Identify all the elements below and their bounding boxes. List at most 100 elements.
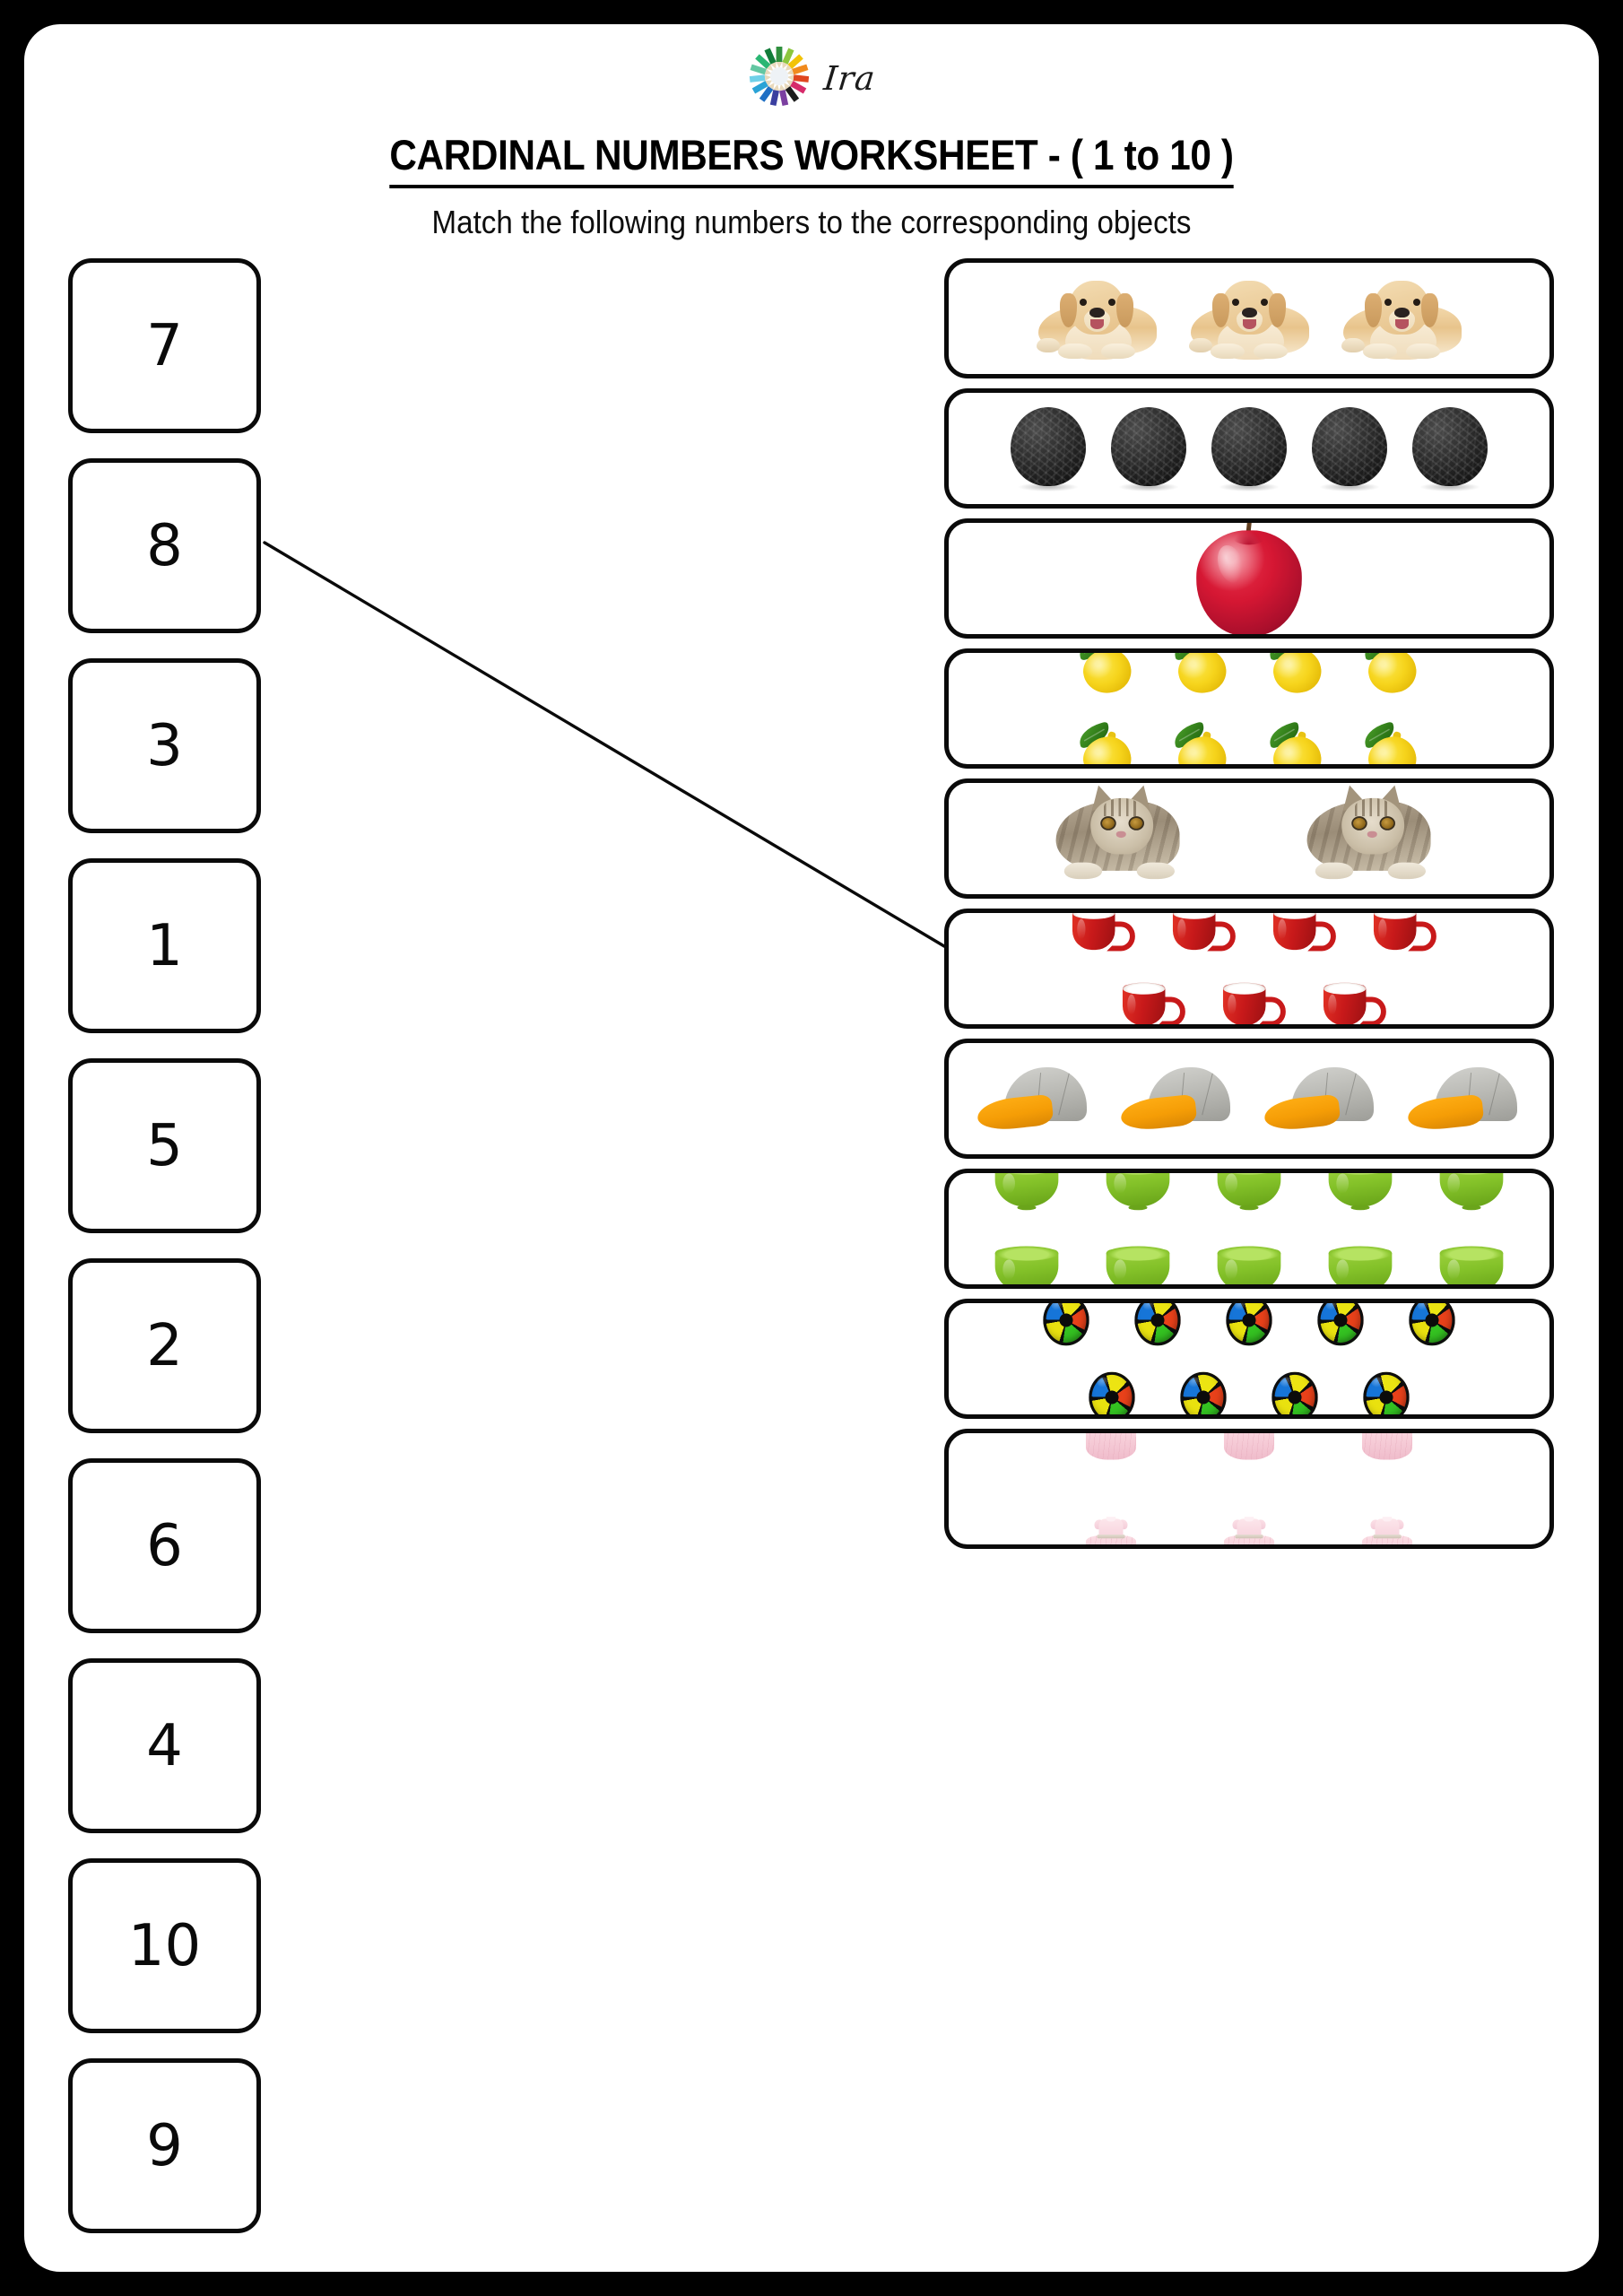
object-row [1063,1489,1436,1544]
worksheet-sheet: Ira CARDINAL NUMBERS WORKSHEET - ( 1 to … [24,24,1599,2272]
dress-icon [1085,1433,1137,1462]
picture-box-lemons[interactable] [944,648,1554,769]
number-value: 6 [146,1512,183,1579]
soccer-ball-icon [1089,1371,1135,1414]
object-row [1106,969,1393,1024]
bowl-icon [1105,1173,1170,1213]
yarn-ball-icon [1111,407,1186,491]
soccer-ball-icon [1409,1303,1455,1346]
number-box-8[interactable]: 4 [68,1658,261,1833]
dress-icon [1085,1516,1137,1544]
yarn-ball-icon [1211,407,1287,491]
object-row [976,1064,1521,1134]
soccer-ball-icon [1271,1371,1318,1414]
soccer-ball-icon [1363,1371,1410,1414]
page-title-text: CARDINAL NUMBERS WORKSHEET - ( 1 to 10 ) [389,131,1234,188]
number-box-3[interactable]: 3 [68,658,261,833]
bowl-icon [1438,1245,1504,1284]
soccer-ball-icon [1226,1303,1272,1346]
bowl-icon [1216,1245,1281,1284]
page-title: CARDINAL NUMBERS WORKSHEET - ( 1 to 10 ) [103,130,1520,188]
lemon-icon [1171,721,1230,764]
brand-header: Ira [24,44,1599,109]
picture-box-cats[interactable] [944,778,1554,899]
object-row [1067,653,1431,708]
colored-pencil-circle-logo-icon [747,44,812,109]
picture-box-dresses[interactable] [944,1429,1554,1549]
cap-icon [1119,1064,1234,1134]
cat-icon [1047,783,1199,891]
number-box-7[interactable]: 6 [68,1458,261,1633]
object-row [1077,1359,1421,1414]
instruction-text: Match the following numbers to the corre… [431,204,1192,240]
number-box-9[interactable]: 10 [68,1858,261,2033]
bowl-icon [1327,1173,1393,1213]
lemon-icon [1171,653,1230,698]
number-box-2[interactable]: 8 [68,458,261,633]
lemon-icon [1076,721,1135,764]
cup-icon [1170,913,1236,956]
number-value: 8 [146,512,183,579]
picture-box-soccer-balls[interactable] [944,1299,1554,1419]
picture-box-cups[interactable] [944,909,1554,1029]
cup-icon [1271,913,1336,956]
soccer-ball-icon [1043,1303,1089,1346]
dog-icon [1033,274,1160,363]
yarn-ball-icon [1011,407,1086,491]
cap-icon [1263,1064,1377,1134]
cup-icon [1120,981,1185,1024]
cap-icon [976,1064,1090,1134]
number-box-1[interactable]: 7 [68,258,261,433]
yarn-ball-icon [1412,407,1488,491]
cap-icon [1406,1064,1521,1134]
number-box-6[interactable]: 2 [68,1258,261,1433]
object-row [1063,1433,1436,1489]
number-box-4[interactable]: 1 [68,858,261,1033]
cup-icon [1070,913,1135,956]
number-value: 3 [146,712,183,779]
number-value: 2 [146,1312,183,1379]
bowl-icon [1438,1173,1504,1213]
dress-icon [1361,1433,1413,1462]
cup-icon [1371,913,1436,956]
picture-box-caps[interactable] [944,1039,1554,1159]
dress-icon [1223,1433,1275,1462]
lemon-icon [1076,653,1135,698]
bowl-icon [1216,1173,1281,1213]
object-row [1033,274,1465,363]
picture-box-dogs[interactable] [944,258,1554,378]
number-value: 4 [146,1712,183,1779]
picture-box-yarn-balls[interactable] [944,388,1554,509]
answer-line-8-to-lemons[interactable] [263,541,946,948]
bowl-icon [1327,1245,1393,1284]
number-box-5[interactable]: 5 [68,1058,261,1233]
soccer-ball-icon [1180,1371,1227,1414]
cup-icon [1321,981,1386,1024]
picture-box-bowls[interactable] [944,1169,1554,1289]
cup-icon [1220,981,1286,1024]
object-row [1031,1303,1467,1359]
number-box-10[interactable]: 9 [68,2058,261,2233]
soccer-ball-icon [1134,1303,1181,1346]
lemon-icon [1266,721,1325,764]
object-row [1067,709,1431,764]
soccer-ball-icon [1317,1303,1364,1346]
pictures-column [944,258,1554,1559]
object-row [1055,913,1443,969]
object-row [974,1229,1524,1284]
dress-icon [1223,1516,1275,1544]
number-value: 9 [146,2112,183,2179]
number-value: 1 [146,912,183,979]
bowl-icon [994,1173,1059,1213]
object-row [1164,523,1334,634]
dog-icon [1338,274,1465,363]
brand-name: Ira [822,58,878,98]
lemon-icon [1266,653,1325,698]
apple-icon [1196,523,1302,634]
number-value: 10 [127,1912,202,1979]
object-row [1041,783,1457,894]
number-value: 7 [146,312,183,379]
picture-box-apple[interactable] [944,518,1554,639]
lemon-icon [1361,653,1420,698]
object-row [1011,407,1488,491]
